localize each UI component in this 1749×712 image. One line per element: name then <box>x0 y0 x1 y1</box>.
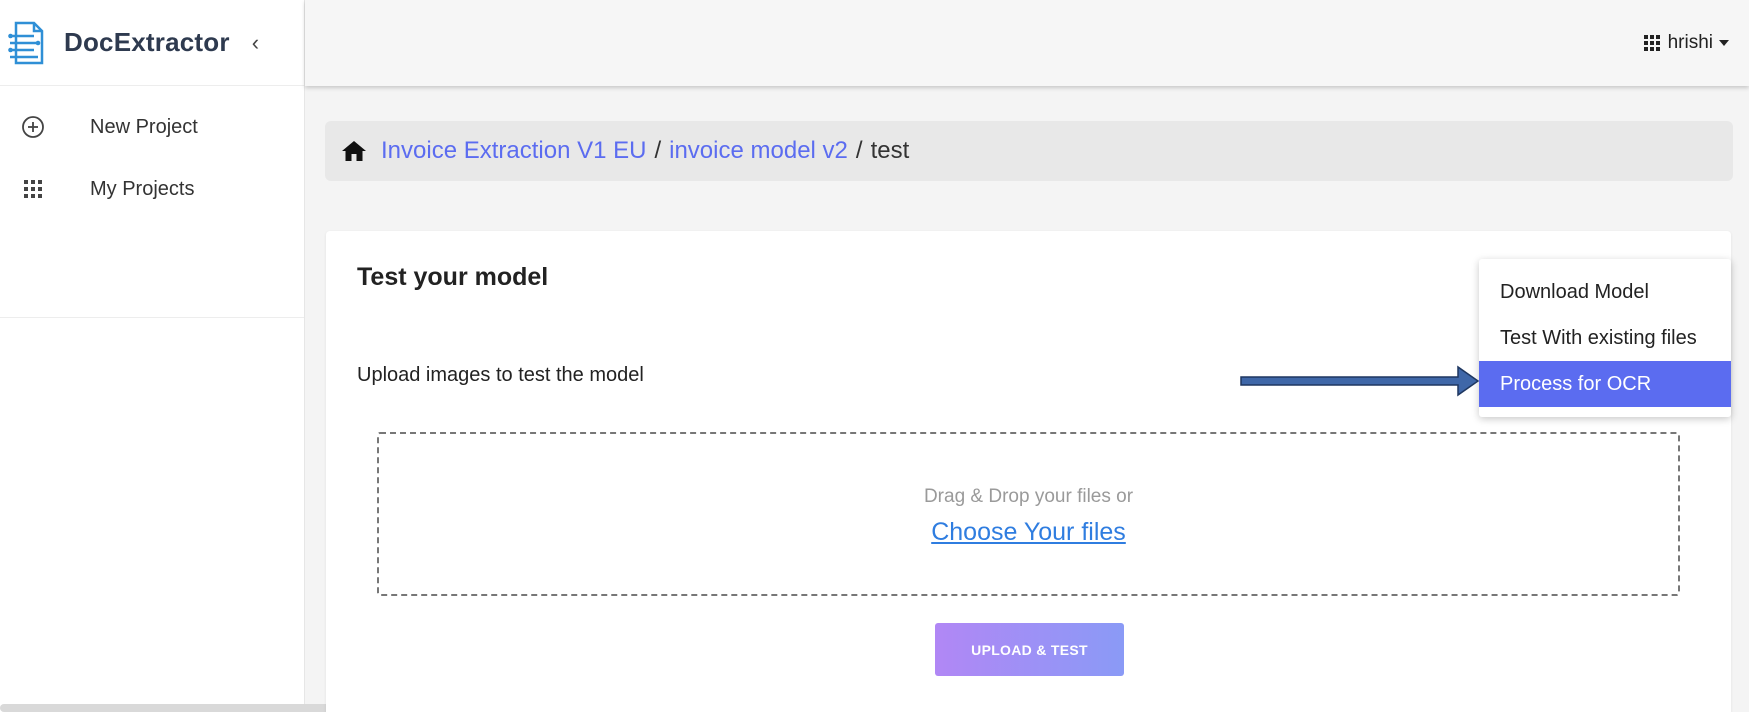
model-actions-menu: Download Model Test With existing files … <box>1479 259 1731 417</box>
sidebar-item-my-projects[interactable]: My Projects <box>0 158 304 220</box>
breadcrumb-link-model[interactable]: invoice model v2 <box>669 137 848 165</box>
upload-and-test-button[interactable]: UPLOAD & TEST <box>935 623 1124 676</box>
brand: DocExtractor ‹ <box>0 0 304 86</box>
grid-icon <box>20 176 46 202</box>
apps-grid-icon <box>1643 35 1660 51</box>
app-name: DocExtractor <box>64 27 230 57</box>
collapse-sidebar-icon[interactable]: ‹ <box>252 30 259 56</box>
file-dropzone[interactable]: Drag & Drop your files or Choose Your fi… <box>377 432 1680 596</box>
sidebar: DocExtractor ‹ New Project My Projects <box>0 0 305 712</box>
breadcrumb-current: test <box>870 137 910 164</box>
home-icon[interactable] <box>341 139 367 163</box>
breadcrumb-separator: / <box>855 137 863 164</box>
breadcrumb-link-project[interactable]: Invoice Extraction V1 EU <box>381 137 646 165</box>
sidebar-item-label: New Project <box>90 115 198 138</box>
breadcrumb-separator: / <box>654 137 662 164</box>
card-title: Test your model <box>357 263 549 291</box>
side-nav: New Project My Projects <box>0 86 304 318</box>
upload-label: Upload images to test the model <box>357 364 644 386</box>
drop-text: Drag & Drop your files or <box>923 485 1134 507</box>
sidebar-item-new-project[interactable]: New Project <box>0 96 304 158</box>
breadcrumb: Invoice Extraction V1 EU / invoice model… <box>325 121 1733 181</box>
topbar: hrishi <box>305 0 1749 86</box>
docextractor-logo-icon <box>8 21 44 64</box>
user-name: hrishi <box>1667 32 1713 53</box>
caret-down-icon <box>1719 40 1729 46</box>
choose-files-link[interactable]: Choose Your files <box>931 518 1126 547</box>
menu-item-test-existing-files[interactable]: Test With existing files <box>1479 315 1731 361</box>
menu-item-process-for-ocr[interactable]: Process for OCR <box>1479 361 1731 407</box>
annotation-arrow-icon <box>1240 365 1480 397</box>
plus-circle-icon <box>20 114 46 140</box>
user-menu[interactable]: hrishi <box>1643 32 1729 54</box>
sidebar-item-label: My Projects <box>90 177 195 200</box>
menu-item-download-model[interactable]: Download Model <box>1479 269 1731 315</box>
